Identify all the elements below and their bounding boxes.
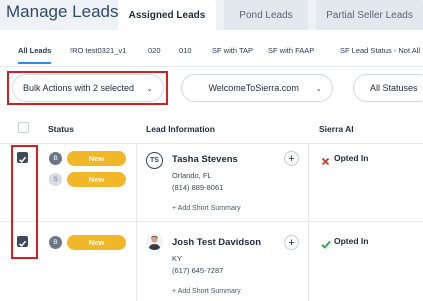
campaign-label: WelcomeToSierra.com: [208, 83, 299, 93]
filter-chip-020[interactable]: 020: [148, 46, 161, 60]
tab-partial-seller-leads[interactable]: Partial Seller Leads: [316, 0, 423, 30]
add-short-summary-link[interactable]: + Add Short Summary: [172, 288, 241, 295]
filter-chip-sf-lead-status[interactable]: SF Lead Status - Not All: [340, 46, 420, 60]
page-title: Manage Leads: [6, 2, 119, 21]
lead-name-link[interactable]: Josh Test Davidson: [172, 237, 261, 248]
filter-chip-sf-with-tap[interactable]: SF with TAP: [212, 46, 253, 60]
tab-assigned-leads[interactable]: Assigned Leads: [118, 0, 216, 30]
select-all-checkbox[interactable]: [18, 122, 29, 133]
highlight-box-bulk-actions: [7, 71, 168, 105]
filter-chip-ro-test[interactable]: !RO test0321_v1: [70, 46, 126, 60]
status-pill-new[interactable]: New: [67, 235, 126, 250]
column-header-sierra-ai: Sierra AI: [319, 124, 354, 134]
check-icon: [321, 236, 331, 249]
lead-phone[interactable]: (814) 889-8061: [172, 183, 223, 192]
add-plus-button[interactable]: +: [284, 235, 299, 250]
column-header-lead-information: Lead Information: [146, 124, 215, 134]
highlight-box-selected-checkboxes: [11, 145, 38, 259]
filter-chip-sf-with-faap[interactable]: SF with FAAP: [268, 46, 314, 60]
status-pill-new[interactable]: New: [67, 172, 126, 187]
x-icon: [321, 153, 330, 166]
add-short-summary-link[interactable]: + Add Short Summary: [172, 205, 241, 212]
column-header-status: Status: [48, 124, 74, 134]
lead-location: Orlando, FL: [172, 171, 212, 180]
person-photo-icon: [146, 233, 163, 250]
status-filter-label: All Statuses: [370, 83, 418, 93]
status-filter-dropdown[interactable]: All Statuses: [353, 74, 423, 102]
avatar-initials: TS: [146, 152, 163, 169]
buyer-badge-icon: B: [49, 236, 62, 249]
seller-badge-icon: S: [49, 173, 62, 186]
avatar: [146, 233, 163, 250]
filter-chip-all-leads[interactable]: All Leads: [18, 46, 52, 64]
status-pill-new[interactable]: New: [67, 151, 126, 166]
sierra-ai-status: Opted In: [334, 153, 369, 163]
lead-phone[interactable]: (617) 645-7287: [172, 266, 223, 275]
buyer-badge-icon: B: [49, 152, 62, 165]
lead-name-link[interactable]: Tasha Stevens: [172, 154, 238, 165]
chevron-down-icon: ⌄: [315, 83, 322, 93]
add-plus-button[interactable]: +: [284, 151, 299, 166]
campaign-dropdown[interactable]: WelcomeToSierra.com ⌄: [181, 74, 333, 102]
lead-location: KY: [172, 254, 183, 263]
tab-pond-leads[interactable]: Pond Leads: [224, 0, 308, 30]
sierra-ai-status: Opted In: [334, 236, 369, 246]
filter-chip-010[interactable]: 010: [179, 46, 192, 60]
